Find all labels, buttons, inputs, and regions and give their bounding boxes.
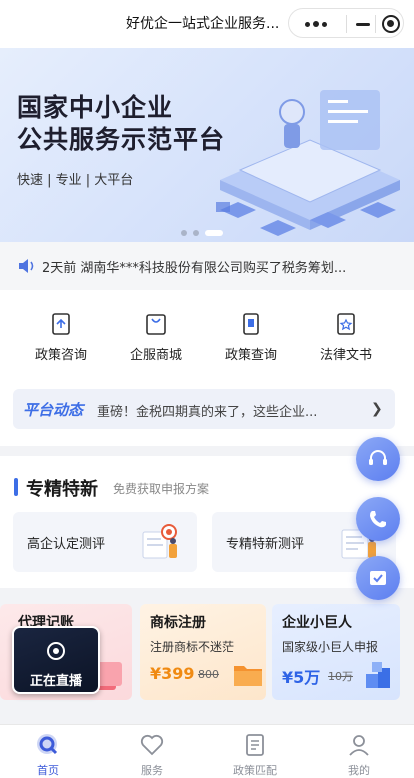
hero-banner[interactable]: 国家中小企业 公共服务示范平台 快速 | 专业 | 大平台 bbox=[0, 48, 414, 242]
checkin-button[interactable] bbox=[356, 556, 400, 600]
service-price: ¥399 bbox=[150, 664, 195, 683]
live-label: 正在直播 bbox=[29, 674, 82, 689]
bottom-tab-bar: 首页 服务 政策匹配 我的 bbox=[0, 724, 414, 778]
app-title: 好优企一站式企业服务... bbox=[126, 16, 280, 32]
live-stream-window[interactable]: 正在直播 bbox=[12, 626, 100, 694]
speaker-icon bbox=[19, 259, 34, 273]
tab-label: 我的 bbox=[348, 764, 370, 777]
banner-subtitle: 快速 | 专业 | 大平台 bbox=[17, 173, 134, 188]
high-tech-eval-card[interactable]: 高企认定测评 bbox=[13, 512, 197, 572]
quick-link-policy-consult[interactable]: 政策咨询 bbox=[13, 312, 109, 363]
specialized-section: 专精特新 免费获取申报方案 高企认定测评 专精特新测评 bbox=[0, 456, 414, 588]
tab-label: 首页 bbox=[37, 764, 59, 777]
mall-bag-icon bbox=[146, 314, 166, 335]
document-icon bbox=[246, 734, 264, 756]
user-icon bbox=[349, 735, 369, 756]
quick-link-legal-doc[interactable]: 法律文书 bbox=[298, 312, 394, 363]
section-hint: 免费获取申报方案 bbox=[113, 482, 210, 496]
cubes-illustration-icon bbox=[366, 662, 390, 688]
capsule-menu bbox=[288, 8, 404, 38]
heart-icon bbox=[140, 734, 164, 756]
service-name: 商标注册 bbox=[150, 615, 206, 631]
service-name: 企业小巨人 bbox=[282, 615, 352, 631]
service-desc: 注册商标不迷茫 bbox=[150, 640, 235, 654]
target-doc-illustration-icon bbox=[142, 524, 177, 559]
platform-news-bar[interactable]: 平台动态 重磅！金税四期真的来了，这些企业... ❯ bbox=[13, 389, 395, 429]
service-desc: 国家级小巨人申报 bbox=[282, 640, 379, 654]
legal-doc-icon bbox=[337, 313, 355, 335]
carousel-indicator bbox=[181, 230, 231, 236]
card-label: 高企认定测评 bbox=[27, 537, 106, 552]
checkbox-icon bbox=[370, 571, 386, 585]
policy-search-icon bbox=[243, 313, 259, 335]
minimize-icon[interactable] bbox=[353, 15, 373, 33]
more-icon[interactable] bbox=[299, 16, 335, 32]
title-bar: 好优企一站式企业服务... bbox=[0, 0, 414, 48]
notice-text: 2天前 湖南华***科技股份有限公司购买了税务筹划... bbox=[42, 261, 347, 276]
section-accent-bar bbox=[14, 478, 18, 496]
service-card-trademark[interactable]: 商标注册 注册商标不迷茫 ¥399 800 bbox=[140, 604, 266, 700]
platform-illustration-icon bbox=[216, 90, 400, 236]
quick-link-mall[interactable]: 企服商城 bbox=[108, 312, 204, 363]
home-search-icon bbox=[37, 734, 58, 755]
close-target-icon[interactable] bbox=[382, 15, 400, 33]
quick-link-policy-search[interactable]: 政策查询 bbox=[203, 312, 299, 363]
service-orig-price: 800 bbox=[198, 668, 219, 681]
phone-call-button[interactable] bbox=[356, 497, 400, 541]
tab-label: 服务 bbox=[141, 764, 163, 777]
folder-illustration-icon bbox=[234, 666, 262, 686]
notice-bar[interactable]: 2天前 湖南华***科技股份有限公司购买了税务筹划... bbox=[0, 242, 414, 290]
banner-title-line1: 国家中小企业 bbox=[17, 93, 174, 122]
service-price: ¥5万 bbox=[282, 668, 321, 687]
tab-home[interactable]: 首页 bbox=[3, 731, 93, 778]
chevron-right-icon: ❯ bbox=[371, 401, 383, 417]
tab-label: 政策匹配 bbox=[233, 764, 277, 777]
phone-icon bbox=[370, 511, 386, 528]
card-label: 专精特新测评 bbox=[226, 537, 305, 552]
customer-service-button[interactable] bbox=[356, 437, 400, 481]
platform-news-text: 重磅！金税四期真的来了，这些企业... bbox=[97, 405, 318, 420]
section-title: 专精特新 bbox=[26, 479, 98, 500]
service-card-little-giant[interactable]: 企业小巨人 国家级小巨人申报 ¥5万 10万 bbox=[272, 604, 400, 700]
platform-news-tag: 平台动态 bbox=[23, 401, 84, 419]
quick-link-label: 政策查询 bbox=[224, 348, 277, 363]
live-icon bbox=[47, 642, 65, 660]
quick-links-section: 政策咨询 企服商城 政策查询 法律文书 平台动态 重磅！金税四期真的来了，这些企… bbox=[0, 290, 414, 446]
service-orig-price: 10万 bbox=[328, 670, 353, 683]
tab-mine[interactable]: 我的 bbox=[314, 731, 404, 778]
headset-icon bbox=[369, 450, 387, 465]
tab-service[interactable]: 服务 bbox=[107, 731, 197, 778]
tab-policy-match[interactable]: 政策匹配 bbox=[210, 731, 300, 778]
quick-link-label: 政策咨询 bbox=[34, 348, 87, 363]
policy-consult-icon bbox=[52, 313, 70, 335]
banner-title-line2: 公共服务示范平台 bbox=[17, 125, 226, 154]
quick-link-label: 企服商城 bbox=[129, 348, 182, 363]
quick-link-label: 法律文书 bbox=[319, 348, 372, 363]
